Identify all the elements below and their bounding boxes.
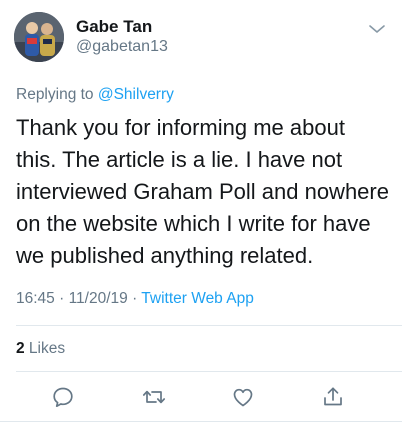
- share-icon[interactable]: [320, 384, 346, 410]
- meta-separator: ·: [127, 290, 142, 307]
- likes-count: 2: [16, 340, 25, 357]
- chevron-down-icon[interactable]: [368, 22, 386, 34]
- divider: [16, 371, 402, 372]
- action-bar: [0, 384, 402, 414]
- comment-icon[interactable]: [50, 384, 76, 410]
- tweet-text: Thank you for informing me about this. T…: [16, 115, 389, 268]
- tweet-card: Gabe Tan @gabetan13 Replying to @Shilver…: [0, 0, 402, 422]
- avatar-photo: [14, 12, 64, 62]
- tweet-time[interactable]: 16:45: [16, 290, 55, 307]
- tweet-meta: 16:45 · 11/20/19 · Twitter Web App: [16, 290, 254, 308]
- replying-to: Replying to @Shilverry: [16, 86, 174, 104]
- divider: [16, 325, 402, 326]
- meta-separator: ·: [54, 290, 69, 307]
- likes-stat[interactable]: 2 Likes: [16, 340, 65, 358]
- replying-to-mention[interactable]: @Shilverry: [98, 86, 174, 103]
- heart-icon[interactable]: [230, 384, 256, 410]
- likes-label: Likes: [24, 340, 66, 357]
- tweet-source-app[interactable]: Twitter Web App: [141, 290, 254, 307]
- replying-to-label: Replying to: [16, 86, 98, 103]
- retweet-icon[interactable]: [141, 384, 167, 410]
- tweet-date[interactable]: 11/20/19: [69, 290, 128, 307]
- author-name[interactable]: Gabe Tan: [76, 17, 152, 37]
- author-handle[interactable]: @gabetan13: [76, 38, 168, 56]
- avatar[interactable]: [14, 12, 64, 62]
